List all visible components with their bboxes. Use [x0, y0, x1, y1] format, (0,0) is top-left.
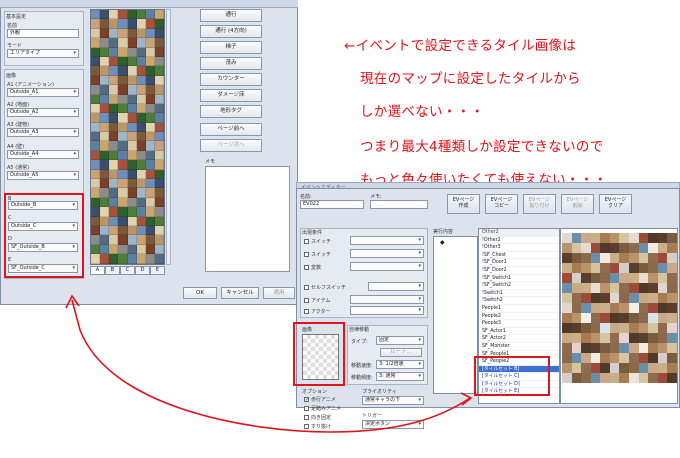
annotation-arrows	[65, 294, 473, 433]
arrow-curve	[71, 299, 471, 433]
